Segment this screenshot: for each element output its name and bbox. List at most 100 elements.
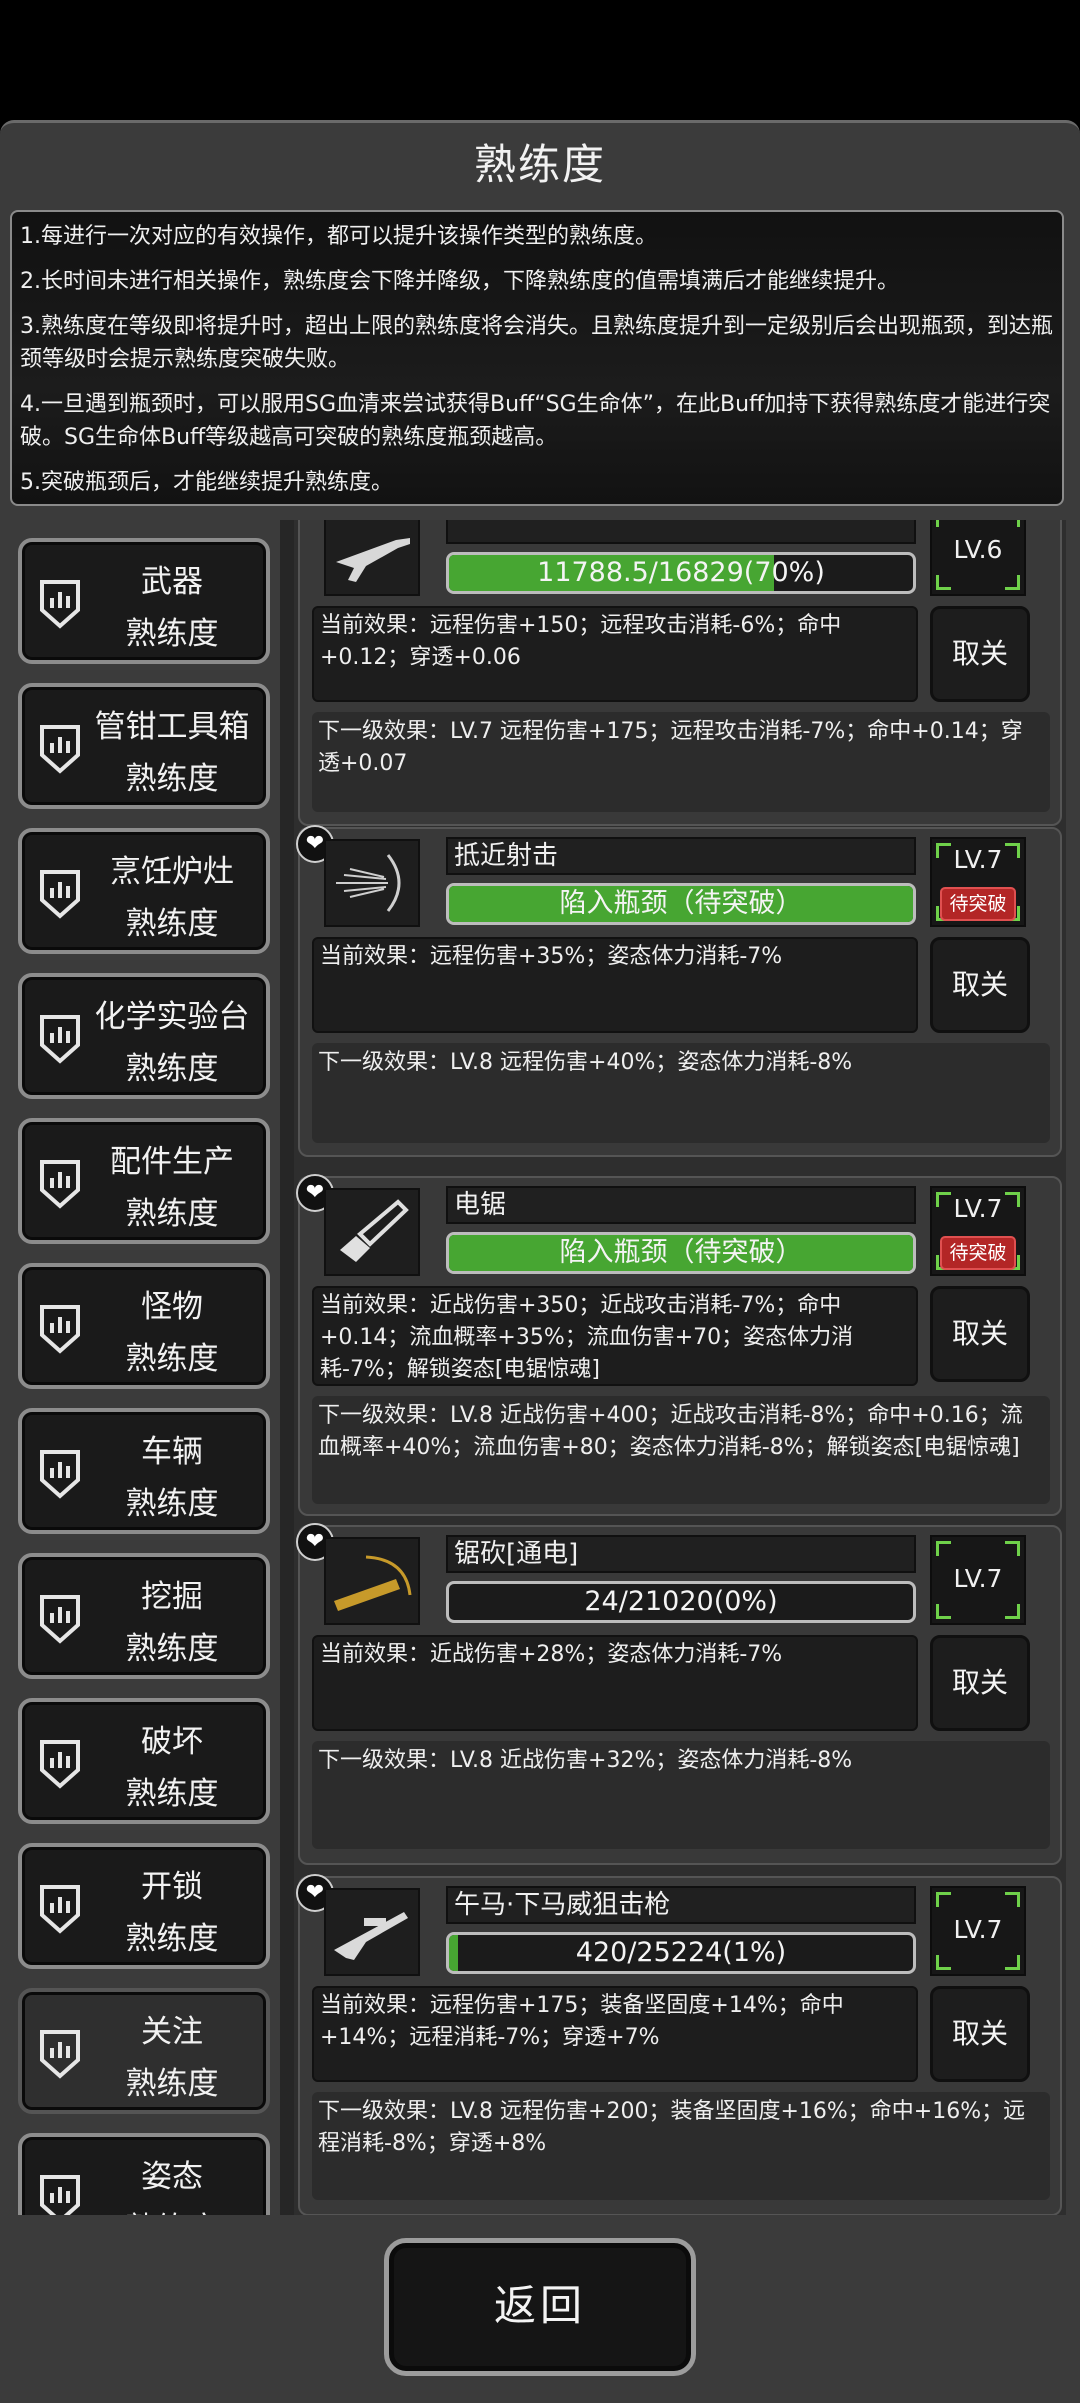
sidebar-item-toolbox[interactable]: 管钳工具箱 熟练度 bbox=[18, 683, 270, 809]
category-sidebar[interactable]: 武器 熟练度 管钳工具箱 熟练度 烹饪炉灶 熟练度 化学实验台 熟练度 配件生产… bbox=[12, 520, 280, 2215]
skill-card: ❤ 锯砍[通电] 24/21020(0%) LV.7 当前效果：近战伤害+28%… bbox=[296, 1523, 1062, 1865]
sidebar-item-chem-lab[interactable]: 化学实验台 熟练度 bbox=[18, 973, 270, 1099]
shield-chart-icon bbox=[38, 1593, 82, 1645]
sidebar-item-parts[interactable]: 配件生产 熟练度 bbox=[18, 1118, 270, 1244]
progress-text: 陷入瓶颈（待突破） bbox=[559, 888, 803, 919]
sidebar-item-label: 武器 bbox=[141, 564, 203, 600]
unfollow-button[interactable]: 取关 bbox=[930, 937, 1030, 1033]
skill-card: ❤ 抵近射击 陷入瓶颈（待突破） LV.7 待突破 当前效果：远程伤害+35%；… bbox=[296, 825, 1062, 1157]
rule-2: 2.长时间未进行相关操作，熟练度会下降并降级，下降熟练度的值需填满后才能继续提升… bbox=[20, 269, 899, 294]
sidebar-item-label: 化学实验台 bbox=[94, 999, 250, 1035]
sidebar-item-sublabel: 熟练度 bbox=[125, 1486, 219, 1522]
shield-chart-icon bbox=[38, 2028, 82, 2080]
unfollow-button[interactable]: 取关 bbox=[930, 606, 1030, 702]
skill-name: 抵近射击 bbox=[446, 837, 916, 875]
skill-level-box: LV.7 bbox=[930, 1886, 1026, 1976]
sidebar-item-label: 姿态 bbox=[141, 2159, 203, 2195]
sidebar-divider bbox=[280, 520, 294, 2215]
skill-card: ❤ 午马·下马威狙击枪 420/25224(1%) LV.7 当前效果：远程伤害… bbox=[296, 1874, 1062, 2215]
sidebar-item-label: 破坏 bbox=[141, 1724, 203, 1760]
next-effect: 下一级效果：LV.8 近战伤害+400；近战攻击消耗-8%；命中+0.16；流血… bbox=[312, 1396, 1050, 1504]
sidebar-item-label: 开锁 bbox=[141, 1869, 203, 1905]
shield-chart-icon bbox=[38, 1158, 82, 1210]
next-effect: 下一级效果：LV.7 远程伤害+175；远程攻击消耗-7%；命中+0.14；穿透… bbox=[312, 712, 1050, 812]
unfollow-button[interactable]: 取关 bbox=[930, 1635, 1030, 1731]
skill-progress-bar: 陷入瓶颈（待突破） bbox=[446, 1232, 916, 1274]
point-blank-icon bbox=[324, 839, 420, 927]
shield-chart-icon bbox=[38, 1883, 82, 1935]
sidebar-item-monster[interactable]: 怪物 熟练度 bbox=[18, 1263, 270, 1389]
rifle-icon bbox=[324, 520, 420, 596]
sidebar-item-sublabel: 熟练度 bbox=[125, 2066, 219, 2102]
sidebar-item-vehicle[interactable]: 车辆 熟练度 bbox=[18, 1408, 270, 1534]
shield-chart-icon bbox=[38, 2173, 82, 2215]
skill-level: LV.7 bbox=[953, 1564, 1003, 1593]
next-effect: 下一级效果：LV.8 远程伤害+200；装备坚固度+16%；命中+16%；远程消… bbox=[312, 2092, 1050, 2200]
current-effect: 当前效果：远程伤害+150；远程攻击消耗-6%；命中+0.12；穿透+0.06 bbox=[312, 606, 918, 702]
skill-progress-bar: 陷入瓶颈（待突破） bbox=[446, 883, 916, 925]
current-effect: 当前效果：近战伤害+350；近战攻击消耗-7%；命中+0.14；流血概率+35%… bbox=[312, 1286, 918, 1386]
skill-level-box: LV.6 bbox=[930, 520, 1026, 596]
skill-level-box: LV.7 bbox=[930, 1535, 1026, 1625]
skill-name: 午马·下马威狙击枪 bbox=[446, 1886, 916, 1924]
unfollow-button[interactable]: 取关 bbox=[930, 1986, 1030, 2082]
skill-list[interactable]: 11788.5/16829(70%) LV.6 当前效果：远程伤害+150；远程… bbox=[294, 520, 1066, 2215]
rule-3: 3.熟练度在等级即将提升时，超出上限的熟练度将会消失。且熟练度提升到一定级别后会… bbox=[20, 314, 1053, 372]
skill-card: 11788.5/16829(70%) LV.6 当前效果：远程伤害+150；远程… bbox=[298, 520, 1062, 826]
sidebar-item-label: 挖掘 bbox=[141, 1579, 203, 1615]
shield-chart-icon bbox=[38, 578, 82, 630]
skill-progress-bar: 24/21020(0%) bbox=[446, 1581, 916, 1623]
current-effect: 当前效果：远程伤害+35%；姿态体力消耗-7% bbox=[312, 937, 918, 1033]
sidebar-item-label: 管钳工具箱 bbox=[94, 709, 250, 745]
breakthrough-button[interactable]: 待突破 bbox=[940, 887, 1016, 921]
shield-chart-icon bbox=[38, 1738, 82, 1790]
current-effect: 当前效果：远程伤害+175；装备坚固度+14%；命中+14%；远程消耗-7%；穿… bbox=[312, 1986, 918, 2082]
progress-text: 420/25224(1%) bbox=[575, 1937, 787, 1968]
sidebar-item-weapon[interactable]: 武器 熟练度 bbox=[18, 538, 270, 664]
shield-chart-icon bbox=[38, 868, 82, 920]
skill-level-box: LV.7 待突破 bbox=[930, 837, 1026, 927]
shield-chart-icon bbox=[38, 723, 82, 775]
skill-progress-bar: 420/25224(1%) bbox=[446, 1932, 916, 1974]
sidebar-item-sublabel: 熟练度 bbox=[125, 1776, 219, 1812]
next-effect: 下一级效果：LV.8 远程伤害+40%；姿态体力消耗-8% bbox=[312, 1043, 1050, 1143]
sniper-rifle-icon bbox=[324, 1888, 420, 1976]
sidebar-item-stove[interactable]: 烹饪炉灶 熟练度 bbox=[18, 828, 270, 954]
sidebar-item-label: 关注 bbox=[141, 2014, 203, 2050]
progress-text: 陷入瓶颈（待突破） bbox=[559, 1237, 803, 1268]
skill-level: LV.7 bbox=[953, 1915, 1003, 1944]
skill-name: 锯砍[通电] bbox=[446, 1535, 916, 1573]
skill-level: LV.7 bbox=[953, 1194, 1003, 1223]
sidebar-item-dig[interactable]: 挖掘 熟练度 bbox=[18, 1553, 270, 1679]
sidebar-item-label: 怪物 bbox=[141, 1289, 203, 1325]
page-title: 熟练度 bbox=[473, 140, 606, 189]
sidebar-item-sublabel: 熟练度 bbox=[125, 1196, 219, 1232]
skill-card: ❤ 电锯 陷入瓶颈（待突破） LV.7 待突破 当前效果：近战伤害+350；近战… bbox=[296, 1174, 1062, 1516]
sidebar-item-sublabel: 熟练度 bbox=[125, 761, 219, 797]
progress-text: 24/21020(0%) bbox=[584, 1586, 778, 1617]
rule-4: 4.一旦遇到瓶颈时，可以服用SG血清来尝试获得Buff“SG生命体”，在此Buf… bbox=[20, 392, 1051, 450]
sidebar-item-stance[interactable]: 姿态 熟练度 bbox=[18, 2133, 270, 2215]
sidebar-item-sublabel: 熟练度 bbox=[125, 1921, 219, 1957]
next-effect: 下一级效果：LV.8 近战伤害+32%；姿态体力消耗-8% bbox=[312, 1741, 1050, 1849]
skill-level: LV.7 bbox=[953, 845, 1003, 874]
sidebar-item-destroy[interactable]: 破坏 熟练度 bbox=[18, 1698, 270, 1824]
shield-chart-icon bbox=[38, 1303, 82, 1355]
unfollow-button[interactable]: 取关 bbox=[930, 1286, 1030, 1382]
skill-name: 电锯 bbox=[446, 1186, 916, 1224]
shield-chart-icon bbox=[38, 1448, 82, 1500]
skill-level: LV.6 bbox=[953, 535, 1003, 564]
sidebar-item-sublabel: 熟练度 bbox=[125, 1051, 219, 1087]
rule-5: 5.突破瓶颈后，才能继续提升熟练度。 bbox=[20, 470, 393, 495]
sidebar-item-label: 烹饪炉灶 bbox=[110, 854, 234, 890]
rules-box: 1.每进行一次对应的有效操作，都可以提升该操作类型的熟练度。 2.长时间未进行相… bbox=[10, 210, 1064, 506]
breakthrough-button[interactable]: 待突破 bbox=[940, 1236, 1016, 1270]
sidebar-item-sublabel: 熟练度 bbox=[125, 1341, 219, 1377]
rule-1: 1.每进行一次对应的有效操作，都可以提升该操作类型的熟练度。 bbox=[20, 224, 657, 249]
sidebar-item-lockpick[interactable]: 开锁 熟练度 bbox=[18, 1843, 270, 1969]
sidebar-item-sublabel: 熟练度 bbox=[125, 906, 219, 942]
current-effect: 当前效果：近战伤害+28%；姿态体力消耗-7% bbox=[312, 1635, 918, 1731]
sidebar-item-followed[interactable]: 关注 熟练度 bbox=[18, 1988, 270, 2114]
back-button[interactable]: 返回 bbox=[384, 2238, 696, 2376]
shield-chart-icon bbox=[38, 1013, 82, 1065]
